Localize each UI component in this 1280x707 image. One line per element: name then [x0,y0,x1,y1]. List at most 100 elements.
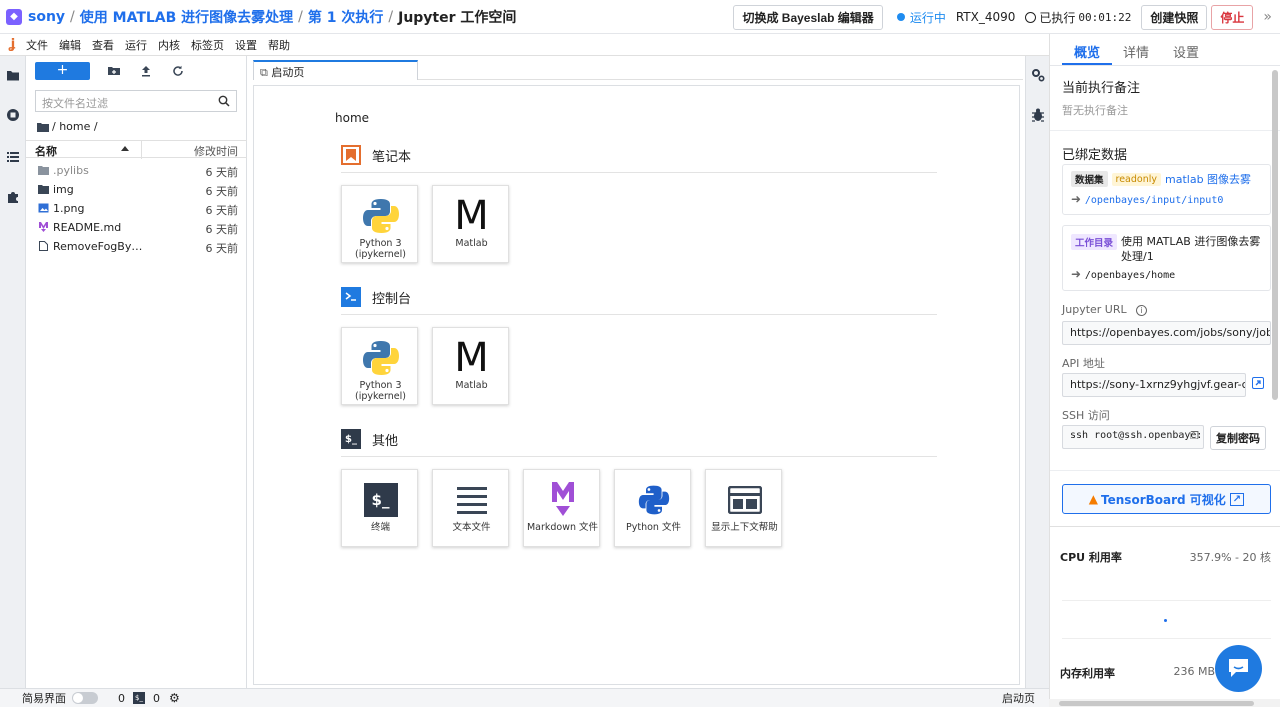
card-terminal[interactable]: $_ 终端 [341,469,418,547]
ssh-command-field[interactable]: ssh root@ssh.openbaye: [1062,425,1204,449]
folder-icon[interactable] [37,122,49,132]
menu-view[interactable]: 查看 [92,37,114,53]
running-kernels-icon[interactable] [6,108,20,122]
api-url-label: API 地址 [1062,357,1105,370]
tab-details[interactable]: 详情 [1123,42,1149,61]
markdown-file-icon [39,222,48,232]
jupyter-url-field[interactable]: https://openbayes.com/jobs/sony/jobs [1062,321,1271,345]
file-modified: 6 天前 [205,223,239,236]
file-row[interactable]: .pylibs 6 天前 [26,161,247,180]
menu-settings[interactable]: 设置 [235,37,257,53]
elapsed-label: 已执行 [1039,10,1076,25]
status-dot-icon [896,13,905,21]
column-modified[interactable]: 修改时间 [194,143,238,159]
jupyter-logo-icon: ʝ [10,37,16,52]
menu-run[interactable]: 运行 [125,37,147,53]
active-tab-indicator [1062,63,1112,65]
debugger-icon[interactable] [1031,108,1045,122]
table-of-contents-icon[interactable] [6,150,20,164]
column-divider[interactable] [141,141,142,159]
copy-icon[interactable]: ❐ [1190,431,1199,442]
folder-icon [38,185,49,194]
panel-scrollbar[interactable] [1272,70,1278,400]
info-icon[interactable]: i [1136,305,1148,316]
new-launcher-button[interactable]: + [35,62,90,80]
upload-icon[interactable] [140,65,152,77]
open-external-icon[interactable] [1252,377,1264,389]
simple-mode-toggle[interactable] [72,692,98,704]
menu-tabs[interactable]: 标签页 [191,37,224,53]
sort-ascending-icon[interactable] [121,146,129,151]
file-modified: 6 天前 [205,166,239,179]
section-divider [1050,470,1280,471]
status-badge: 运行中 [909,10,946,25]
python-logo-icon [342,338,419,378]
tab-overview[interactable]: 概览 [1074,42,1100,61]
card-console-matlab[interactable]: M Matlab [432,327,509,405]
breadcrumb-run[interactable]: 第 1 次执行 [308,7,384,27]
card-notebook-matlab[interactable]: M Matlab [432,185,509,263]
bound-data-title: 已绑定数据 [1062,148,1128,163]
notes-empty: 暂无执行备注 [1062,104,1128,117]
workdir-name[interactable]: 使用 MATLAB 进行图像去雾处理/1 [1121,234,1262,264]
image-file-icon [38,203,49,213]
dataset-link[interactable]: matlab 图像去雾 [1165,171,1251,187]
terminal-count[interactable]: 0 [153,692,160,705]
tab-settings[interactable]: 设置 [1173,42,1199,61]
breadcrumb-workspace[interactable]: sony [28,9,65,25]
property-inspector-icon[interactable] [1031,68,1045,82]
folder-icon[interactable] [6,68,20,82]
card-label: 显示上下文帮助 [706,522,783,533]
card-console-python3[interactable]: Python 3 (ipykernel) [341,327,418,405]
menu-edit[interactable]: 编辑 [59,37,81,53]
card-label: Python 3 (ipykernel) [342,238,419,260]
stop-button[interactable]: 停止 [1211,4,1254,30]
file-filter-placeholder: 按文件名过滤 [42,97,108,110]
kernel-count[interactable]: 0 [118,692,125,705]
copy-password-button[interactable]: 复制密码 [1210,426,1266,450]
card-label-line: Markdown 文件 [526,522,599,533]
menu-file[interactable]: 文件 [26,37,48,53]
card-text-file[interactable]: 文本文件 [432,469,509,547]
python-logo-icon [342,196,419,236]
file-row[interactable]: RemoveFogByReti... 6 天前 [26,237,247,256]
menu-help[interactable]: 帮助 [268,37,290,53]
chat-bubble-icon [1229,659,1248,677]
file-filter-input[interactable]: 按文件名过滤 [35,90,237,112]
file-name: 1.png [53,202,85,215]
collapse-panel-icon[interactable]: » [1263,9,1272,25]
chat-support-button[interactable] [1215,645,1262,692]
card-notebook-python3[interactable]: Python 3 (ipykernel) [341,185,418,263]
api-url-field[interactable]: https://sony-1xrnz9yhgjvf.gear-c1. [1062,373,1246,397]
file-row[interactable]: README.md 6 天前 [26,218,247,237]
card-label-line: 终端 [370,522,390,533]
memory-usage-label: 内存利用率 [1060,667,1115,680]
scrollbar-thumb[interactable] [1059,701,1254,706]
card-context-help[interactable]: 显示上下文帮助 [705,469,782,547]
tab-launcher[interactable]: ⧉ 启动页 [253,60,418,80]
section-other: $_ 其他 [341,429,398,449]
new-folder-icon[interactable] [108,65,120,77]
column-name[interactable]: 名称 [35,143,57,159]
file-name: RemoveFogByReti... [53,240,143,253]
card-label: Matlab [433,238,510,249]
card-label-line: 显示上下文帮助 [711,522,778,533]
create-snapshot-button[interactable]: 创建快照 [1141,4,1208,30]
card-markdown-file[interactable]: Markdown 文件 [523,469,600,547]
card-label: 文本文件 [433,522,510,533]
switch-editor-button[interactable]: 切换成 Bayeslab 编辑器 [733,4,883,30]
card-python-file[interactable]: Python 文件 [614,469,691,547]
current-path[interactable]: / home / [52,120,98,133]
extensions-icon[interactable] [6,190,20,204]
file-row[interactable]: 1.png 6 天前 [26,199,247,218]
menu-kernel[interactable]: 内核 [158,37,180,53]
cpu-chart-gridline [1062,600,1271,601]
card-label-line: Python 3 [359,380,402,391]
tensorboard-button[interactable]: ▲ TensorBoard 可视化 ↗ [1062,484,1271,514]
file-row[interactable]: img 6 天前 [26,180,247,199]
refresh-icon[interactable] [172,65,184,77]
kernel-activity-icon[interactable]: ⚙ [169,691,180,705]
horizontal-scrollbar[interactable] [1049,699,1280,707]
top-header: ◆ sony / 使用 MATLAB 进行图像去雾处理 / 第 1 次执行 / … [0,0,1280,34]
breadcrumb-project[interactable]: 使用 MATLAB 进行图像去雾处理 [80,7,293,27]
